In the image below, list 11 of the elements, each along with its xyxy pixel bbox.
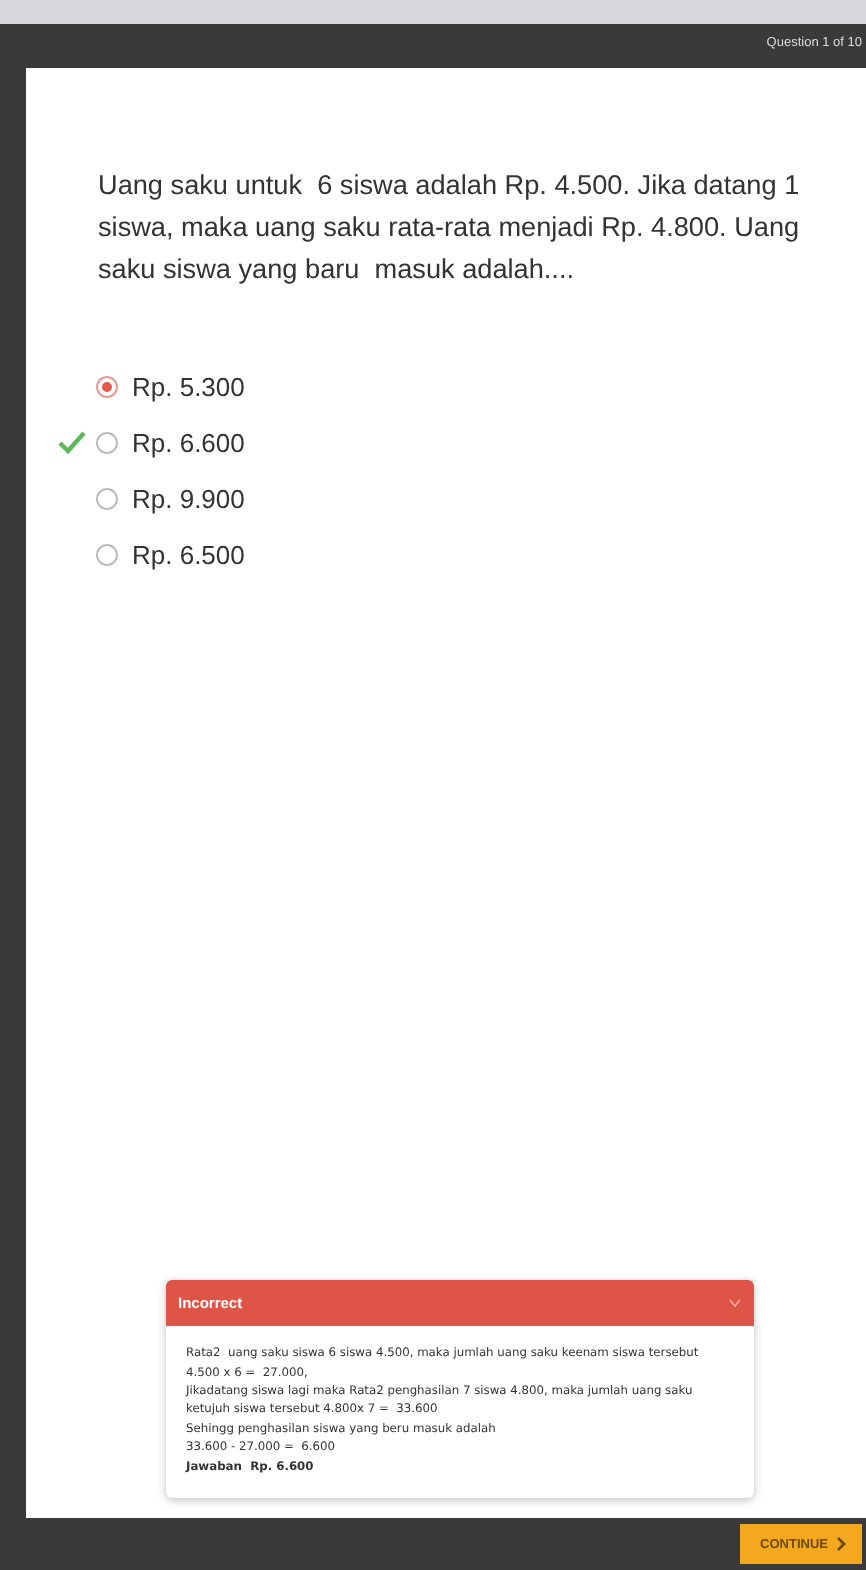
radio-button[interactable] <box>96 487 118 509</box>
chevron-right-icon <box>836 1536 846 1552</box>
option-label[interactable]: Rp. 5.300 <box>132 371 245 401</box>
radio-button[interactable] <box>96 375 118 397</box>
option-label[interactable]: Rp. 9.900 <box>132 483 245 513</box>
chevron-icon[interactable] <box>728 1298 742 1309</box>
radio-button[interactable] <box>96 543 118 565</box>
question-text: Uang saku untuk 6 siswa adalah Rp. 4.500. Jika datang 1 siswa, maka uang saku rata-rata menjadi Rp. 4.800. Uang saku siswa yang baru masuk adalah.... <box>98 168 802 288</box>
radio-button[interactable] <box>96 431 118 453</box>
option-label[interactable]: Rp. 6.500 <box>132 539 245 569</box>
option-label[interactable]: Rp. 6.600 <box>132 427 245 457</box>
